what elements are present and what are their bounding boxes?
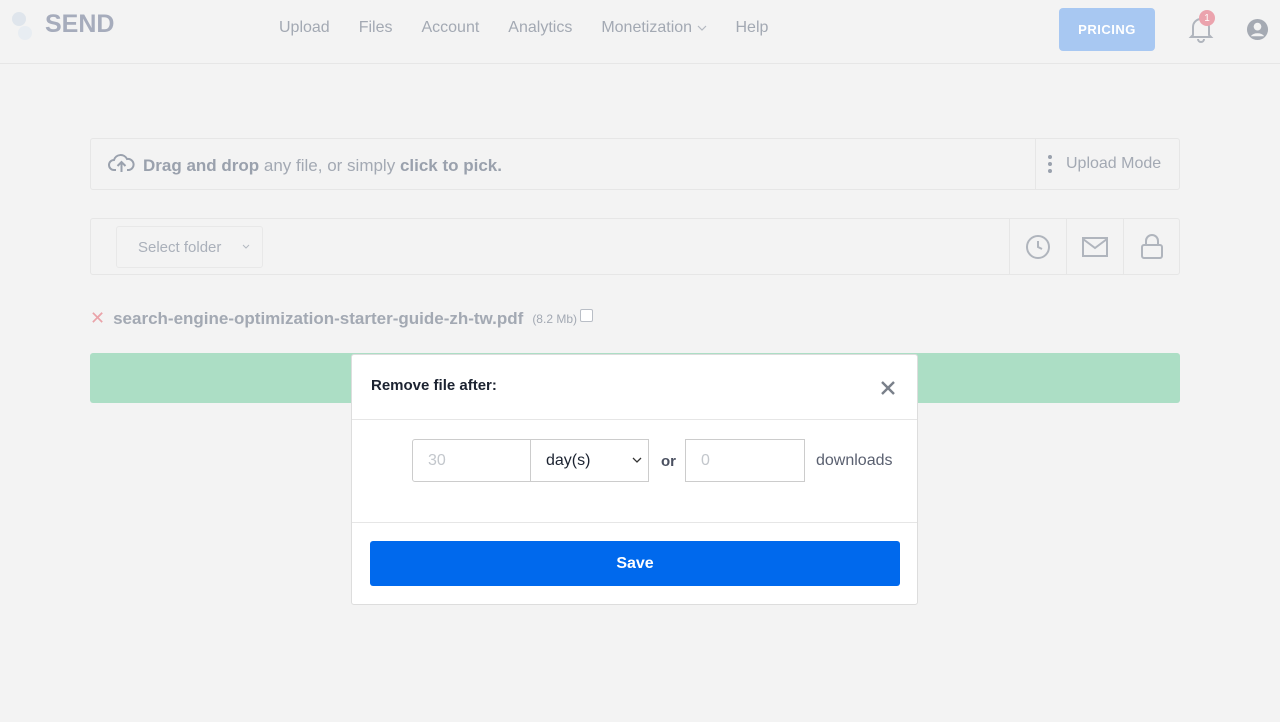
dropzone-text: Drag and drop any file, or simply click … xyxy=(143,156,502,175)
file-name: search-engine-optimization-starter-guide… xyxy=(113,308,524,328)
duration-unit-select[interactable]: day(s) xyxy=(530,439,649,482)
main-menu: Upload Files Account Analytics Monetizat… xyxy=(279,19,768,37)
downloads-label: downloads xyxy=(816,452,893,469)
nav-analytics[interactable]: Analytics xyxy=(508,19,572,37)
upload-options: Select folder xyxy=(90,218,1180,275)
email-button[interactable] xyxy=(1066,219,1123,274)
close-icon[interactable] xyxy=(880,380,896,396)
logo[interactable]: SEND xyxy=(10,8,114,44)
upload-mode-label: Upload Mode xyxy=(1066,155,1162,172)
password-button[interactable] xyxy=(1123,219,1180,274)
modal-title: Remove file after: xyxy=(371,377,497,394)
pricing-button[interactable]: PRICING xyxy=(1059,8,1155,51)
chevron-down-icon xyxy=(242,244,250,249)
nav-upload[interactable]: Upload xyxy=(279,19,330,37)
upload-dropzone[interactable]: Drag and drop any file, or simply click … xyxy=(90,138,1180,190)
duration-input[interactable] xyxy=(412,439,531,482)
nav-files[interactable]: Files xyxy=(359,19,393,37)
file-checkbox[interactable] xyxy=(580,309,593,322)
or-label: or xyxy=(661,453,676,470)
nav-account[interactable]: Account xyxy=(421,19,479,37)
chevron-down-icon xyxy=(632,457,642,463)
logo-mark-icon xyxy=(10,8,36,44)
brand-name: SEND xyxy=(45,9,115,38)
upload-mode-button[interactable]: Upload Mode xyxy=(1035,139,1179,189)
file-item: ✕ search-engine-optimization-starter-gui… xyxy=(90,308,593,329)
mail-icon xyxy=(1082,236,1108,257)
downloads-input[interactable] xyxy=(685,439,805,482)
user-avatar-icon[interactable] xyxy=(1246,18,1269,41)
nav-help[interactable]: Help xyxy=(736,19,769,37)
divider xyxy=(352,522,917,523)
top-nav: SEND Upload Files Account Analytics Mone… xyxy=(0,0,1280,64)
save-button[interactable]: Save xyxy=(370,541,900,586)
clock-icon xyxy=(1026,234,1050,259)
divider xyxy=(352,419,917,420)
more-vertical-icon xyxy=(1048,155,1052,173)
chevron-down-icon xyxy=(697,25,706,31)
expiry-button[interactable] xyxy=(1009,219,1066,274)
nav-monetization[interactable]: Monetization xyxy=(601,19,706,37)
file-size: (8.2 Mb) xyxy=(532,311,577,326)
lock-icon xyxy=(1141,233,1163,259)
select-folder-dropdown[interactable]: Select folder xyxy=(116,226,263,268)
remove-file-modal: Remove file after: day(s) or downloads S… xyxy=(351,354,918,605)
remove-file-icon[interactable]: ✕ xyxy=(90,308,105,329)
nav-monetization-label: Monetization xyxy=(601,19,693,36)
notification-badge: 1 xyxy=(1199,10,1215,26)
cloud-upload-icon xyxy=(108,154,135,172)
